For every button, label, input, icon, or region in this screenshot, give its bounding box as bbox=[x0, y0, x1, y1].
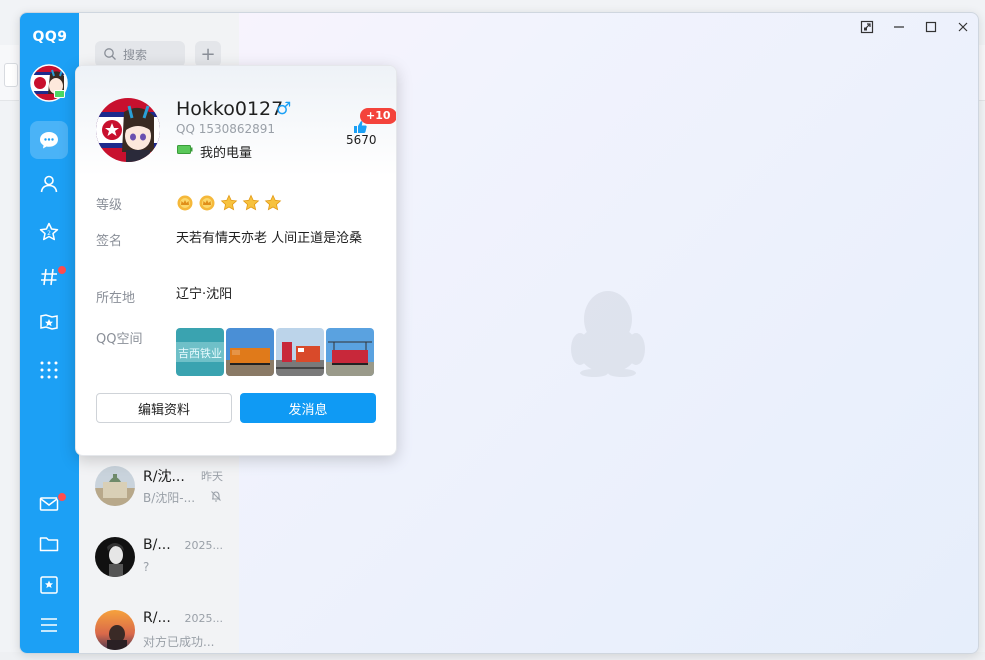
session-avatar bbox=[95, 537, 135, 577]
profile-avatar[interactable] bbox=[96, 98, 160, 162]
star-level-icon bbox=[264, 194, 282, 211]
crown-level-icon bbox=[177, 195, 193, 211]
session-name: R/沈... bbox=[143, 469, 185, 485]
minimize-button[interactable] bbox=[889, 17, 909, 37]
gender-male-icon: ♂ bbox=[276, 99, 292, 119]
location-value: 辽宁·沈阳 bbox=[176, 287, 233, 302]
rail-apps-button[interactable] bbox=[30, 351, 68, 389]
session-time: 昨天 bbox=[201, 470, 223, 483]
qzone-photo[interactable] bbox=[326, 328, 374, 376]
apps-grid-icon bbox=[40, 361, 58, 379]
qq-penguin-watermark-icon bbox=[571, 291, 645, 377]
qzone-label: QQ空间 bbox=[96, 332, 143, 347]
add-button[interactable]: + bbox=[195, 41, 221, 67]
signature-value: 天若有情天亦老 人间正道是沧桑 bbox=[176, 231, 363, 246]
level-label: 等级 bbox=[96, 198, 123, 213]
online-status-icon bbox=[54, 90, 65, 98]
session-message: ? bbox=[143, 560, 150, 574]
maximize-icon bbox=[925, 21, 937, 33]
qzone-photo[interactable] bbox=[226, 328, 274, 376]
profile-card: Hokko0127 ♂ QQ 1530862891 我的电量 +10 5670 … bbox=[75, 65, 397, 456]
profile-power-label[interactable]: 我的电量 bbox=[200, 142, 252, 161]
location-label: 所在地 bbox=[96, 291, 136, 306]
star-level-icon bbox=[242, 194, 260, 211]
rail-qzone-button[interactable] bbox=[30, 303, 68, 341]
star-icon: 2 bbox=[39, 222, 59, 241]
qq-logo: QQ9 bbox=[32, 29, 68, 45]
rail-channels-button[interactable] bbox=[30, 258, 68, 296]
battery-icon bbox=[177, 145, 193, 154]
self-avatar[interactable] bbox=[30, 64, 68, 102]
close-button[interactable] bbox=[953, 17, 973, 37]
session-item[interactable]: R/沈... 昨天 B/沈阳-... bbox=[79, 453, 239, 523]
level-badges bbox=[176, 194, 282, 212]
search-placeholder: 搜索 bbox=[123, 47, 148, 62]
rail-files-button[interactable] bbox=[30, 525, 68, 563]
session-avatar bbox=[95, 466, 135, 506]
minimize-icon bbox=[894, 26, 904, 28]
search-input[interactable]: 搜索 bbox=[95, 41, 185, 67]
rail-bookmark-button[interactable] bbox=[30, 566, 68, 604]
close-icon bbox=[958, 22, 968, 32]
session-message: 对方已成功... bbox=[143, 635, 215, 649]
session-avatar bbox=[95, 610, 135, 650]
chat-bubble-icon bbox=[40, 132, 58, 149]
background-tab bbox=[4, 63, 18, 87]
rail-mail-button[interactable] bbox=[30, 485, 68, 523]
rail-contacts-button[interactable] bbox=[30, 165, 68, 203]
qzone-photos: 吉西铁业 bbox=[176, 328, 374, 376]
bookmark-star-icon bbox=[40, 576, 58, 594]
session-item[interactable]: R/... 2025... 对方已成功... bbox=[79, 597, 239, 653]
like-increment-badge: +10 bbox=[360, 108, 396, 124]
qzone-photo[interactable]: 吉西铁业 bbox=[176, 328, 224, 376]
channels-unread-dot bbox=[57, 265, 67, 275]
mail-unread-dot bbox=[57, 492, 67, 502]
profile-qq-number: QQ 1530862891 bbox=[176, 122, 276, 136]
crown-level-icon bbox=[199, 195, 215, 211]
star-level-icon bbox=[220, 194, 238, 211]
like-count: 5670 bbox=[346, 133, 377, 147]
qzone-icon bbox=[40, 314, 58, 330]
qzone-photo[interactable] bbox=[276, 328, 324, 376]
contacts-person-icon bbox=[40, 175, 58, 193]
nav-rail: QQ9 2 bbox=[20, 13, 79, 653]
session-time: 2025... bbox=[184, 612, 223, 625]
session-item[interactable]: B/... 2025... ? bbox=[79, 524, 239, 594]
profile-avatar-image bbox=[96, 98, 160, 162]
session-name: B/... bbox=[143, 537, 171, 553]
folder-icon bbox=[39, 537, 59, 552]
qzone-photo-text: 吉西铁业 bbox=[178, 347, 222, 360]
search-icon bbox=[104, 48, 116, 60]
rail-menu-button[interactable] bbox=[30, 606, 68, 644]
signature-label: 签名 bbox=[96, 234, 123, 249]
pin-window-icon bbox=[860, 20, 874, 34]
edit-profile-button[interactable]: 编辑资料 bbox=[96, 393, 232, 423]
session-time: 2025... bbox=[184, 539, 223, 552]
svg-text:2: 2 bbox=[47, 230, 51, 237]
send-message-button[interactable]: 发消息 bbox=[240, 393, 376, 423]
mute-bell-icon bbox=[211, 491, 221, 502]
session-message: B/沈阳-... bbox=[143, 491, 196, 505]
profile-nickname: Hokko0127 bbox=[176, 98, 284, 120]
window-pin-button[interactable] bbox=[857, 17, 877, 37]
maximize-button[interactable] bbox=[921, 17, 941, 37]
rail-messages-button[interactable] bbox=[30, 121, 68, 159]
hamburger-menu-icon bbox=[41, 618, 57, 632]
rail-favorites-button[interactable]: 2 bbox=[30, 213, 68, 251]
session-name: R/... bbox=[143, 610, 171, 626]
